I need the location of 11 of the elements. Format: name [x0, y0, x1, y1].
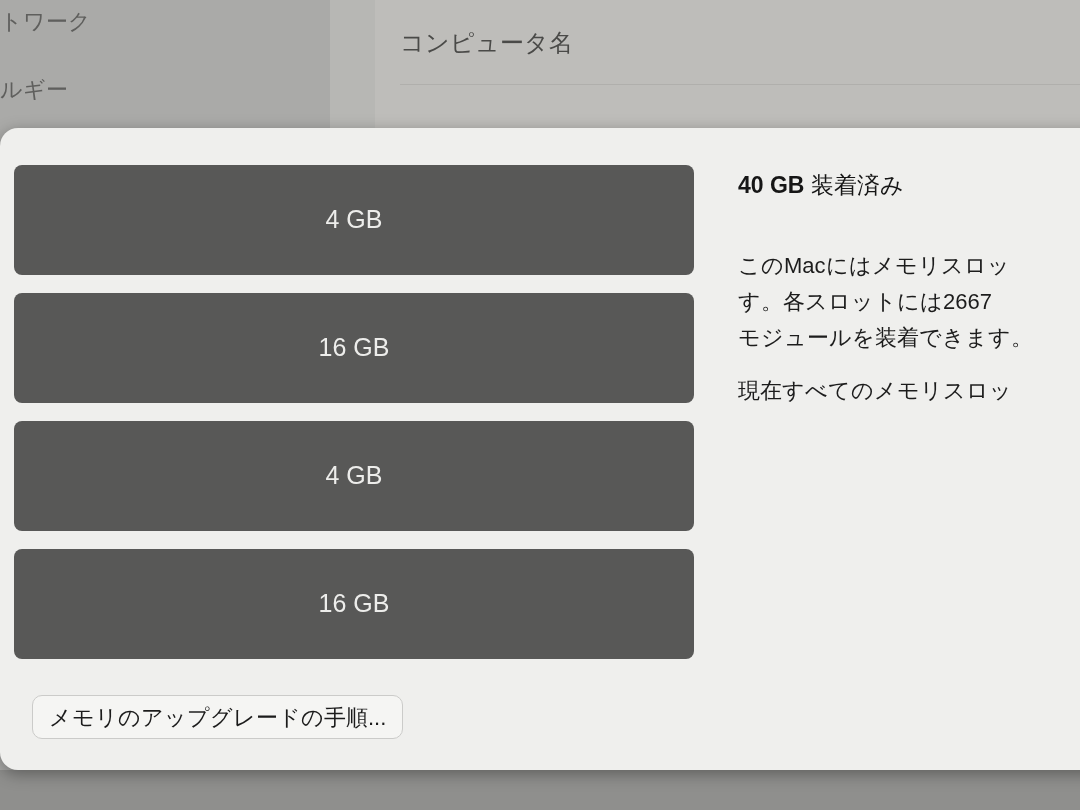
memory-slot: 16 GB: [14, 549, 694, 659]
memory-slot: 16 GB: [14, 293, 694, 403]
installed-memory-heading: 40 GB 装着済み: [738, 171, 904, 200]
note-text: 現在すべてのメモリスロッ: [738, 377, 1012, 405]
description-text: このMacにはメモリスロッ す。各スロットには2667 モジュールを装着できます。: [738, 252, 1033, 352]
memory-slot: 4 GB: [14, 421, 694, 531]
sidebar-item[interactable]: トワーク: [0, 8, 91, 36]
row-label: コンピュータ名: [400, 29, 573, 56]
sidebar-item[interactable]: ルギー: [0, 76, 68, 104]
memory-slot: 4 GB: [14, 165, 694, 275]
upgrade-instructions-button[interactable]: メモリのアップグレードの手順...: [32, 695, 404, 739]
